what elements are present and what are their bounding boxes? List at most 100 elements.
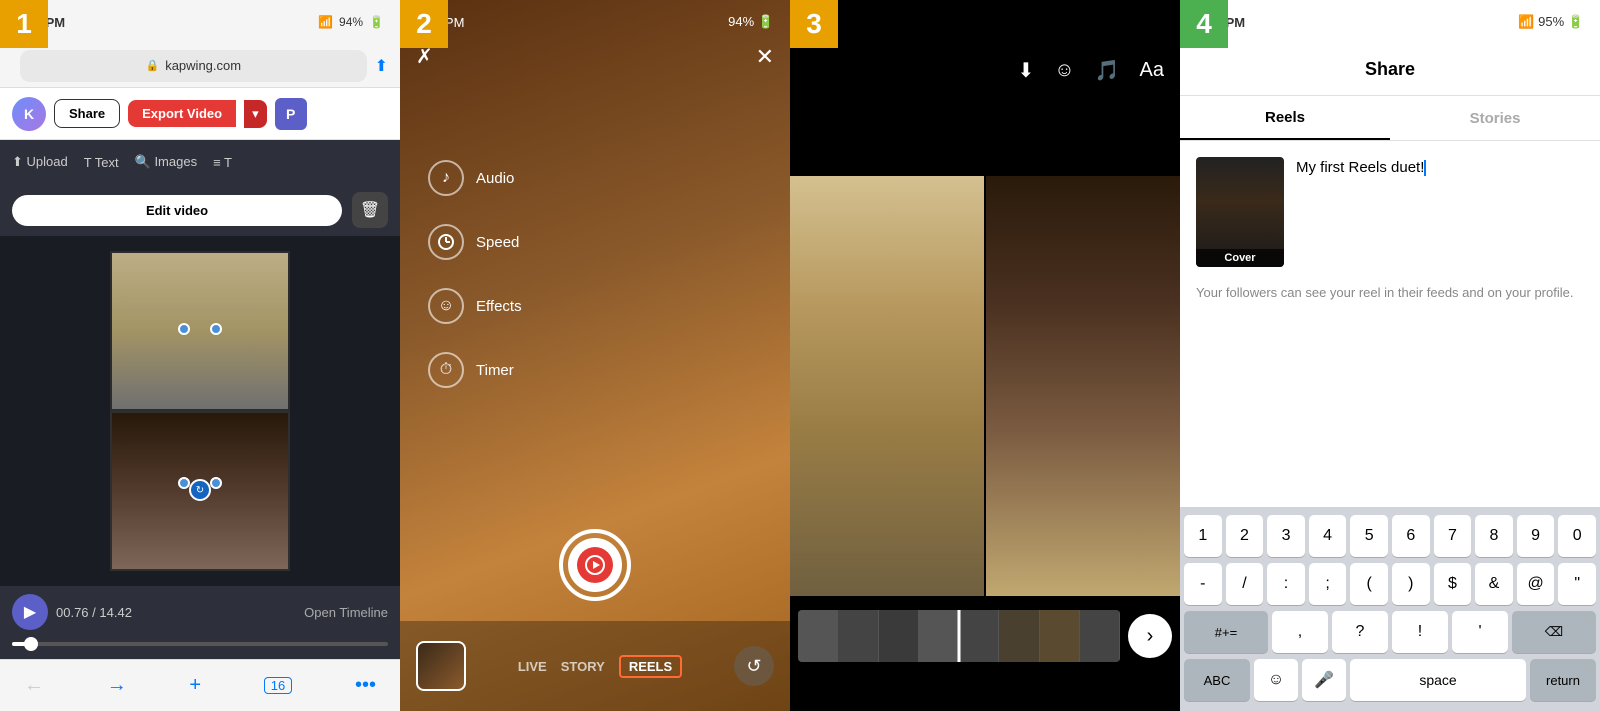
- key-1[interactable]: 1: [1184, 515, 1222, 557]
- menu-item-timer[interactable]: ⏱ Timer: [428, 352, 522, 388]
- key-mic[interactable]: 🎤: [1302, 659, 1346, 701]
- flip-camera-button[interactable]: ↺: [734, 646, 774, 686]
- more-menu-button[interactable]: •••: [355, 674, 376, 697]
- tab-stories[interactable]: Stories: [1390, 96, 1600, 140]
- live-mode-tab[interactable]: LIVE: [518, 659, 547, 674]
- key-colon[interactable]: :: [1267, 563, 1305, 605]
- play-button[interactable]: ▶: [12, 594, 48, 630]
- cover-label: Cover: [1196, 249, 1284, 267]
- key-close-paren[interactable]: ): [1392, 563, 1430, 605]
- key-abc[interactable]: ABC: [1184, 659, 1250, 701]
- key-ampersand[interactable]: &: [1475, 563, 1513, 605]
- key-exclaim[interactable]: !: [1392, 611, 1448, 653]
- p1-scrubber[interactable]: [0, 638, 400, 654]
- key-emoji[interactable]: ☺: [1254, 659, 1298, 701]
- p4-share-content: Cover My first Reels duet! Your follower…: [1180, 141, 1600, 339]
- key-apostrophe[interactable]: ': [1452, 611, 1508, 653]
- key-7[interactable]: 7: [1434, 515, 1472, 557]
- key-3[interactable]: 3: [1267, 515, 1305, 557]
- p1-ios-nav: ← → + 16 •••: [0, 659, 400, 711]
- key-return[interactable]: return: [1530, 659, 1596, 701]
- key-4[interactable]: 4: [1309, 515, 1347, 557]
- back-button[interactable]: ←: [24, 674, 44, 697]
- menu-item-effects[interactable]: ☺ Effects: [428, 288, 522, 324]
- nav-upload[interactable]: ⬆ Upload: [12, 154, 68, 170]
- key-2[interactable]: 2: [1226, 515, 1264, 557]
- address-input[interactable]: 🔒 kapwing.com: [20, 50, 367, 82]
- key-question[interactable]: ?: [1332, 611, 1388, 653]
- crop-handle-tr[interactable]: [210, 323, 222, 335]
- key-quote[interactable]: ": [1558, 563, 1596, 605]
- nav-text[interactable]: T Text: [84, 155, 119, 170]
- download-icon[interactable]: ⬇: [1017, 58, 1034, 83]
- export-video-button[interactable]: Export Video: [128, 100, 236, 127]
- p2-status-bar: 2:03 PM 94% 🔋: [400, 0, 790, 44]
- mode-tabs: LIVE STORY REELS: [518, 655, 682, 678]
- nav-images[interactable]: 🔍 Images: [135, 154, 197, 170]
- edit-video-button[interactable]: Edit video: [12, 195, 342, 226]
- key-9[interactable]: 9: [1517, 515, 1555, 557]
- menu-item-audio[interactable]: ♪ Audio: [428, 160, 522, 196]
- browser-share-icon[interactable]: ⬆: [375, 56, 388, 76]
- p3-right-video: [986, 176, 1180, 596]
- audio-wave-icon[interactable]: 🎵: [1095, 58, 1120, 83]
- menu-item-speed[interactable]: Speed: [428, 224, 522, 260]
- new-tab-button[interactable]: +: [189, 674, 201, 697]
- key-dash[interactable]: -: [1184, 563, 1222, 605]
- open-timeline-button[interactable]: Open Timeline: [304, 605, 388, 620]
- crop-handle-tl[interactable]: [178, 323, 190, 335]
- panel-2: 2 2:03 PM 94% 🔋 ✗ ✕ ♪ Audio Speed ☺: [400, 0, 790, 711]
- scrubber-track[interactable]: [12, 642, 388, 646]
- text-icon[interactable]: Aa: [1140, 59, 1164, 82]
- key-5[interactable]: 5: [1350, 515, 1388, 557]
- gallery-thumbnail[interactable]: [416, 641, 466, 691]
- key-at[interactable]: @: [1517, 563, 1555, 605]
- timeline-strip[interactable]: [798, 610, 1120, 662]
- avatar[interactable]: K: [12, 97, 46, 131]
- key-open-paren[interactable]: (: [1350, 563, 1388, 605]
- tab-switcher-button[interactable]: 16: [264, 677, 292, 694]
- share-title: Share: [1365, 59, 1415, 80]
- key-0[interactable]: 0: [1558, 515, 1596, 557]
- capture-button[interactable]: [559, 529, 631, 601]
- p4-status-bar: 2:10 PM 📶 95% 🔋: [1180, 0, 1600, 44]
- key-dollar[interactable]: $: [1434, 563, 1472, 605]
- p1-playback-bar: ▶ 00.76 / 14.42 Open Timeline: [0, 586, 400, 638]
- crop-handle-center[interactable]: ↻: [189, 479, 211, 501]
- forward-button[interactable]: →: [107, 674, 127, 697]
- scrubber-thumb[interactable]: [24, 637, 38, 651]
- panel-4: 4 2:10 PM 📶 95% 🔋 Share Reels Stories Co…: [1180, 0, 1600, 711]
- effects-icon: ☺: [428, 288, 464, 324]
- followers-text: Your followers can see your reel in thei…: [1196, 283, 1584, 303]
- next-button[interactable]: ›: [1128, 614, 1172, 658]
- crop-handle-br[interactable]: [210, 477, 222, 489]
- key-6[interactable]: 6: [1392, 515, 1430, 557]
- kb-row-bottom: ABC ☺ 🎤 space return: [1184, 659, 1596, 701]
- key-hashplus[interactable]: #+=: [1184, 611, 1268, 653]
- export-dropdown-button[interactable]: ▾: [244, 100, 267, 128]
- close-button[interactable]: ✕: [756, 44, 774, 70]
- key-semicolon[interactable]: ;: [1309, 563, 1347, 605]
- p1-battery: 94%: [339, 15, 363, 29]
- delete-button[interactable]: 🗑: [352, 192, 388, 228]
- user-button[interactable]: P: [275, 98, 307, 130]
- key-delete[interactable]: ⌫: [1512, 611, 1596, 653]
- key-slash[interactable]: /: [1226, 563, 1264, 605]
- sticker-icon[interactable]: ☺: [1054, 59, 1074, 82]
- key-comma[interactable]: ,: [1272, 611, 1328, 653]
- p1-status-bar: 2:03 PM 📶 94% 🔋: [0, 0, 400, 44]
- share-button[interactable]: Share: [54, 99, 120, 128]
- p3-left-video: [790, 176, 984, 596]
- p1-kapwing-toolbar: K Share Export Video ▾ P: [0, 88, 400, 140]
- key-8[interactable]: 8: [1475, 515, 1513, 557]
- nav-more[interactable]: ≡ T: [213, 155, 232, 170]
- cover-thumbnail[interactable]: Cover: [1196, 157, 1284, 267]
- step-badge-2: 2: [400, 0, 448, 48]
- p3-timeline-area: ›: [790, 596, 1180, 676]
- key-space[interactable]: space: [1350, 659, 1526, 701]
- story-mode-tab[interactable]: STORY: [561, 659, 605, 674]
- kb-row-numbers: 1 2 3 4 5 6 7 8 9 0: [1184, 515, 1596, 557]
- tab-reels[interactable]: Reels: [1180, 96, 1390, 140]
- caption-area[interactable]: My first Reels duet!: [1296, 157, 1584, 178]
- reels-mode-tab[interactable]: REELS: [619, 655, 682, 678]
